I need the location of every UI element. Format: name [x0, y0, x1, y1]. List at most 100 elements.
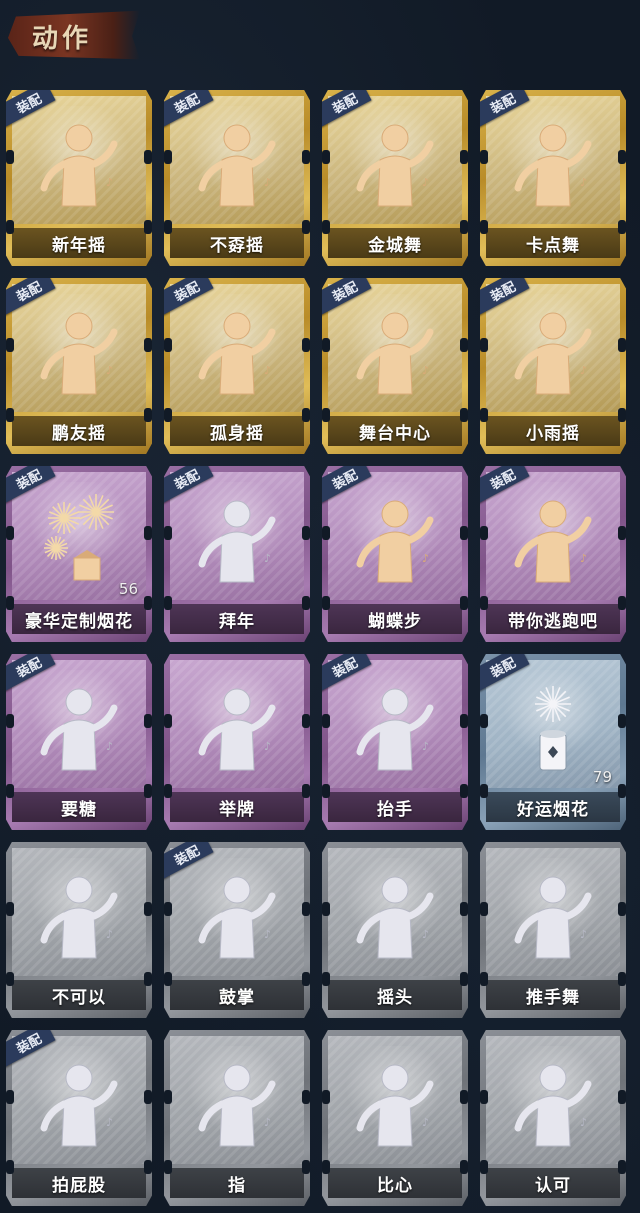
frame-notch	[460, 220, 468, 234]
frame-notch	[460, 150, 468, 164]
frame-notch	[460, 1160, 468, 1174]
action-card[interactable]: ♪ 金城舞 装配	[322, 90, 468, 266]
svg-text:♪: ♪	[106, 1116, 113, 1129]
action-card[interactable]: ♪ 指	[164, 1030, 310, 1206]
frame-notch	[322, 1090, 330, 1104]
bow-greeting-icon: ♪	[192, 490, 282, 590]
frame-notch	[480, 150, 488, 164]
frame-notch	[302, 408, 310, 422]
action-card[interactable]: ♪ 新年摇 装配	[6, 90, 152, 266]
frame-notch	[6, 220, 14, 234]
action-card[interactable]: ♪ 不孬摇 装配	[164, 90, 310, 266]
frame-notch	[144, 526, 152, 540]
frame-notch	[6, 150, 14, 164]
frame-notch	[144, 784, 152, 798]
card-label: 拍屁股	[52, 1175, 106, 1196]
shake-head-icon: ♪	[350, 866, 440, 966]
frame-notch	[322, 714, 330, 728]
action-card[interactable]: ♪ 要糖 装配	[6, 654, 152, 830]
card-label: 鹏友摇	[52, 423, 106, 444]
dancer-cross-arms-icon: ♪	[34, 302, 124, 402]
frame-notch	[144, 902, 152, 916]
raise-hand-icon: ♪	[350, 678, 440, 778]
action-card[interactable]: ♪ 认可	[480, 1030, 626, 1206]
card-label-bar: 拜年	[170, 604, 304, 634]
card-label-bar: 豪华定制烟花	[12, 604, 146, 634]
action-card[interactable]: ♪ 摇头	[322, 842, 468, 1018]
dancer-arm-up-icon: ♪	[192, 114, 282, 214]
card-label-bar: 小雨摇	[486, 416, 620, 446]
frame-notch	[302, 526, 310, 540]
svg-text:♪: ♪	[264, 552, 271, 565]
action-card[interactable]: ♪ 鹏友摇 装配	[6, 278, 152, 454]
frame-notch	[164, 902, 172, 916]
card-label: 推手舞	[526, 987, 580, 1008]
action-card[interactable]: ♪ 拍屁股 装配	[6, 1030, 152, 1206]
card-label: 不可以	[52, 987, 106, 1008]
action-card[interactable]: ♪ 带你逃跑吧 装配	[480, 466, 626, 642]
dancer-clap-icon: ♪	[34, 114, 124, 214]
card-label-bar: 不可以	[12, 980, 146, 1010]
frame-notch	[144, 150, 152, 164]
frame-notch	[164, 1090, 172, 1104]
frame-notch	[144, 1160, 152, 1174]
push-dance-icon: ♪	[508, 866, 598, 966]
action-card[interactable]: ♪ 卡点舞 装配	[480, 90, 626, 266]
frame-notch	[618, 784, 626, 798]
frame-notch	[144, 596, 152, 610]
frame-notch	[322, 338, 330, 352]
svg-text:♪: ♪	[422, 364, 429, 377]
frame-notch	[164, 526, 172, 540]
svg-text:♪: ♪	[580, 364, 587, 377]
point-hand-icon: ♪	[192, 1054, 282, 1154]
item-count: 79	[592, 768, 612, 786]
frame-notch	[480, 408, 488, 422]
action-card[interactable]: 79 好运烟花 装配	[480, 654, 626, 830]
frame-notch	[618, 1160, 626, 1174]
dancer-sway-icon: ♪	[192, 302, 282, 402]
card-label: 新年摇	[52, 235, 106, 256]
svg-text:♪: ♪	[580, 176, 587, 189]
card-label-bar: 抬手	[328, 792, 462, 822]
svg-text:♪: ♪	[106, 176, 113, 189]
frame-notch	[164, 408, 172, 422]
frame-notch	[302, 714, 310, 728]
action-card[interactable]: ♪ 比心	[322, 1030, 468, 1206]
action-card[interactable]: ♪ 鼓掌 装配	[164, 842, 310, 1018]
firework-tube-icon	[508, 678, 598, 778]
action-card[interactable]: 56 豪华定制烟花 装配	[6, 466, 152, 642]
action-card[interactable]: ♪ 孤身摇 装配	[164, 278, 310, 454]
action-card[interactable]: ♪ 蝴蝶步 装配	[322, 466, 468, 642]
card-label-bar: 蝴蝶步	[328, 604, 462, 634]
frame-notch	[302, 1090, 310, 1104]
action-card[interactable]: ♪ 抬手 装配	[322, 654, 468, 830]
action-card[interactable]: ♪ 小雨摇 装配	[480, 278, 626, 454]
action-card[interactable]: ♪ 拜年 装配	[164, 466, 310, 642]
action-card[interactable]: ♪ 推手舞	[480, 842, 626, 1018]
dancer-wave-icon: ♪	[350, 114, 440, 214]
card-label-bar: 拍屁股	[12, 1168, 146, 1198]
action-card[interactable]: ♪ 舞台中心 装配	[322, 278, 468, 454]
action-card[interactable]: ♪ 不可以	[6, 842, 152, 1018]
card-label: 认可	[535, 1175, 571, 1196]
frame-notch	[460, 596, 468, 610]
frame-notch	[144, 1090, 152, 1104]
action-card[interactable]: ♪ 举牌	[164, 654, 310, 830]
card-label-bar: 要糖	[12, 792, 146, 822]
frame-notch	[460, 784, 468, 798]
frame-notch	[322, 784, 330, 798]
svg-text:♪: ♪	[264, 176, 271, 189]
frame-notch	[480, 526, 488, 540]
frame-notch	[144, 338, 152, 352]
svg-text:♪: ♪	[580, 552, 587, 565]
card-label: 蝴蝶步	[368, 611, 422, 632]
frame-notch	[618, 150, 626, 164]
frame-notch	[460, 408, 468, 422]
card-label: 抬手	[377, 799, 413, 820]
card-label: 孤身摇	[210, 423, 264, 444]
card-label: 摇头	[377, 987, 413, 1008]
card-label-bar: 鼓掌	[170, 980, 304, 1010]
frame-notch	[460, 1090, 468, 1104]
svg-text:♪: ♪	[264, 928, 271, 941]
frame-notch	[164, 596, 172, 610]
